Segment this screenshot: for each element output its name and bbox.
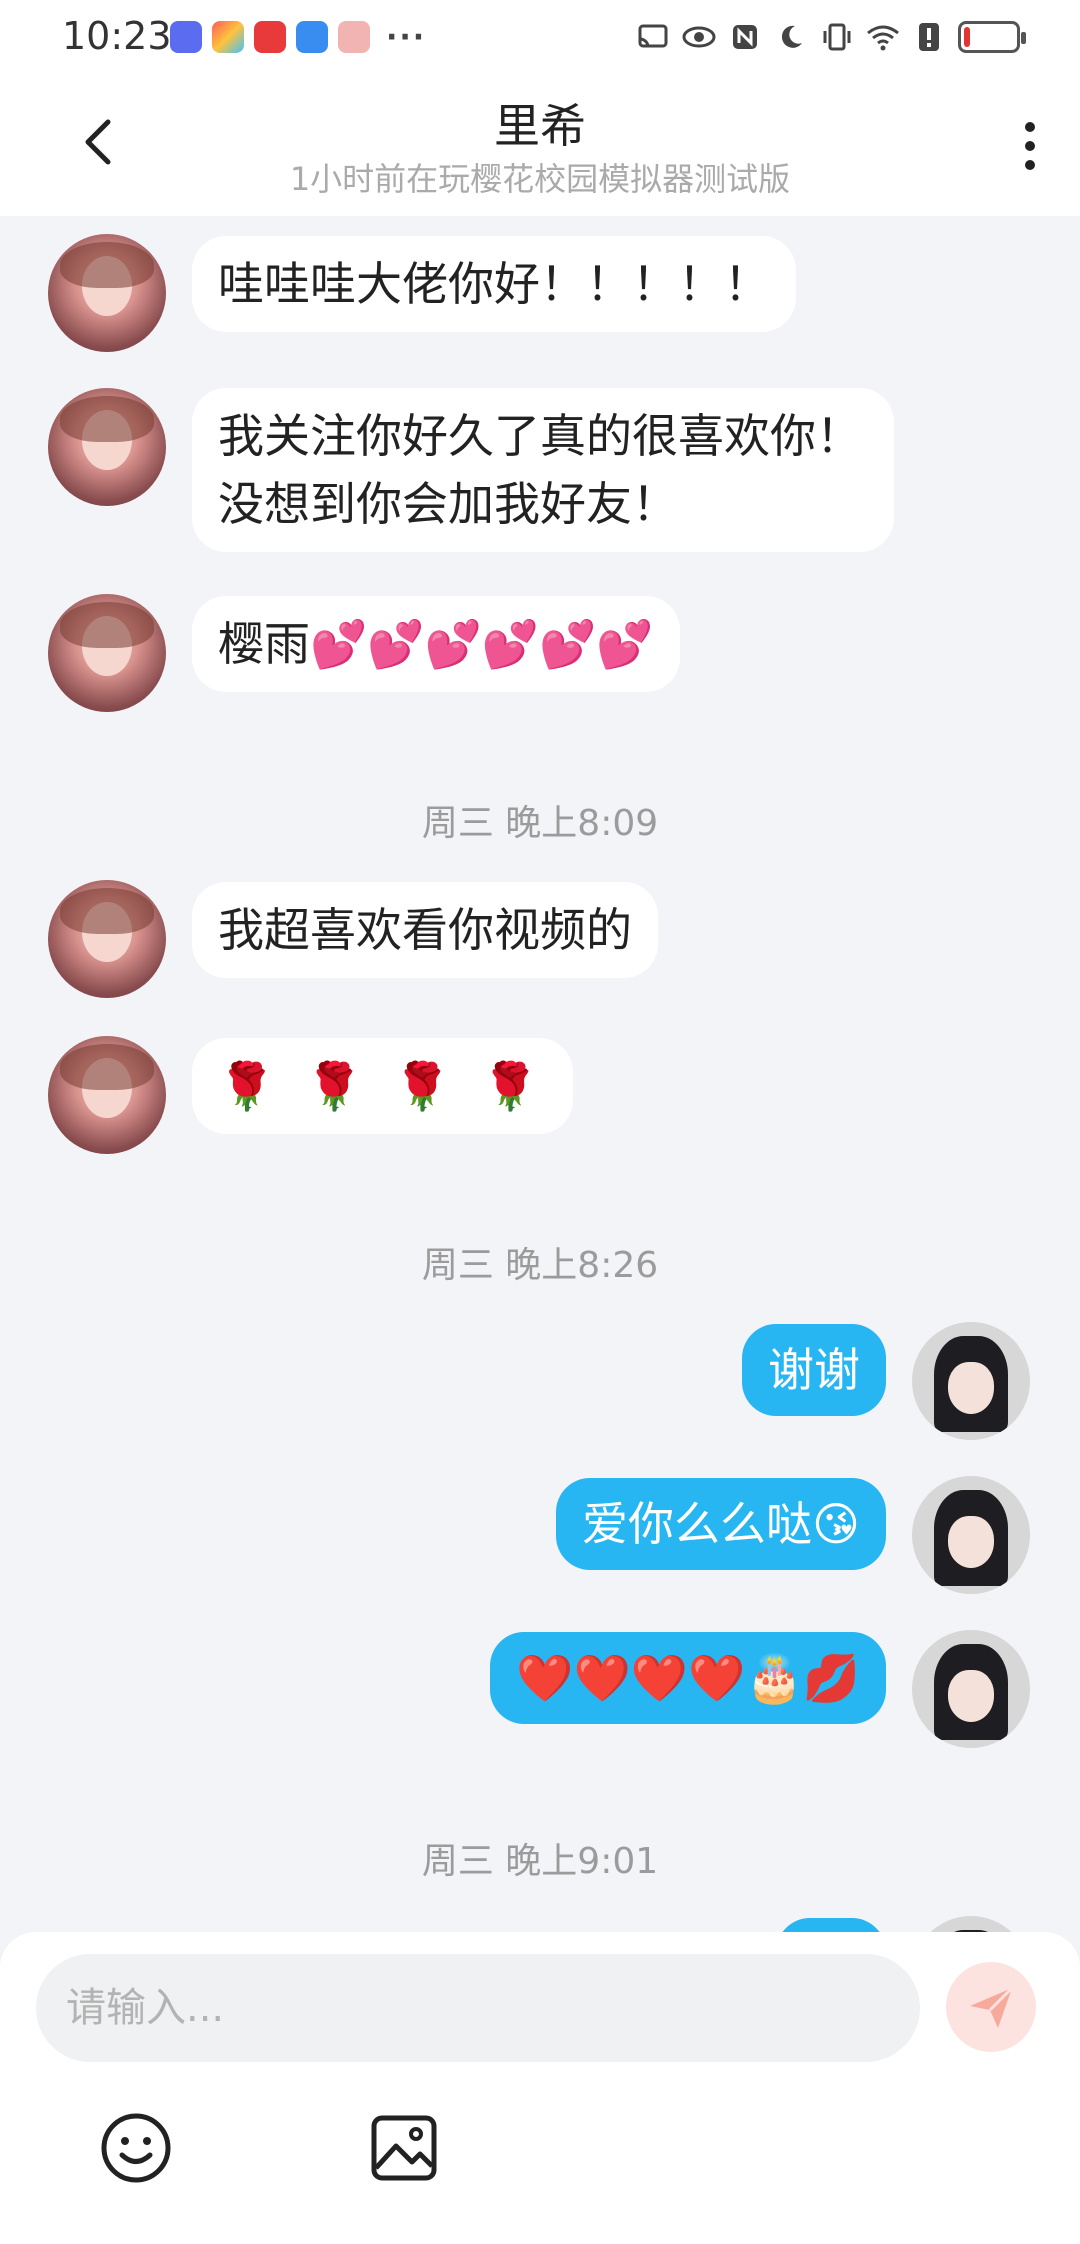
contact-status: 1小时前在玩樱花校园模拟器测试版 [289, 160, 791, 198]
alert-icon [912, 20, 946, 54]
send-button[interactable] [946, 1962, 1036, 2052]
message-bubble-outgoing[interactable]: 爱你么么哒😘 [556, 1478, 886, 1570]
contact-name: 里希 [494, 99, 586, 153]
send-plane-icon [970, 1986, 1014, 2028]
system-icons [636, 18, 1026, 56]
image-picker-button[interactable] [366, 2110, 442, 2186]
my-avatar[interactable] [912, 1322, 1030, 1440]
nfc-icon [728, 20, 762, 54]
huawei-store-icon [254, 21, 286, 53]
smiley-icon [101, 2113, 171, 2183]
message-bubble-incoming[interactable]: 我超喜欢看你视频的 [192, 882, 658, 978]
contact-avatar[interactable] [48, 594, 166, 712]
message-timestamp: 周三 晚上9:01 [421, 1841, 659, 1882]
music-app-icon [170, 21, 202, 53]
my-avatar[interactable] [912, 1630, 1030, 1748]
battery-level-fill [964, 27, 970, 47]
moon-icon [774, 20, 808, 54]
message-timestamp: 周三 晚上8:09 [421, 803, 659, 844]
message-bubble-outgoing[interactable]: 谢谢 [742, 1324, 886, 1416]
cloud-icon [296, 21, 328, 53]
chat-header: 里希 1小时前在玩樱花校园模拟器测试版 [0, 72, 1080, 216]
message-bubble-outgoing-partial[interactable] [776, 1918, 886, 1932]
message-bubble-outgoing[interactable]: ❤️❤️❤️❤️🎂💋 [490, 1632, 886, 1724]
message-list[interactable]: 哇哇哇大佬你好！！！！！ 我关注你好久了真的很喜欢你！没想到你会加我好友！ 樱雨… [0, 216, 1080, 1932]
message-bubble-incoming[interactable]: 🌹 🌹 🌹 🌹 [192, 1038, 573, 1134]
more-vertical-icon [1025, 122, 1035, 132]
notification-icons: ··· [170, 19, 427, 55]
app-grid-icon [212, 21, 244, 53]
contact-avatar[interactable] [48, 234, 166, 352]
composer [0, 1932, 1080, 2244]
contact-avatar[interactable] [48, 880, 166, 998]
message-bubble-incoming[interactable]: 我关注你好久了真的很喜欢你！没想到你会加我好友！ [192, 388, 894, 552]
overflow-dots: ··· [386, 19, 427, 55]
vibrate-icon [820, 20, 854, 54]
eye-icon [682, 20, 716, 54]
contact-avatar[interactable] [48, 1036, 166, 1154]
emoji-button[interactable] [98, 2110, 174, 2186]
message-bubble-incoming[interactable]: 樱雨💕💕💕💕💕💕 [192, 596, 680, 692]
my-avatar[interactable] [912, 1916, 1030, 1932]
image-icon [371, 2115, 437, 2181]
battery-icon [958, 21, 1026, 53]
status-bar: 10:23 ··· [0, 0, 1080, 72]
message-timestamp: 周三 晚上8:26 [421, 1245, 659, 1286]
message-bubble-incoming[interactable]: 哇哇哇大佬你好！！！！！ [192, 236, 796, 332]
status-time: 10:23 [62, 14, 172, 58]
contact-avatar[interactable] [48, 388, 166, 506]
message-input[interactable] [36, 1954, 920, 2062]
cast-icon [636, 20, 670, 54]
wifi-icon [866, 20, 900, 54]
my-avatar[interactable] [912, 1476, 1030, 1594]
gift-box-icon [338, 21, 370, 53]
more-options-button[interactable] [1010, 116, 1050, 176]
